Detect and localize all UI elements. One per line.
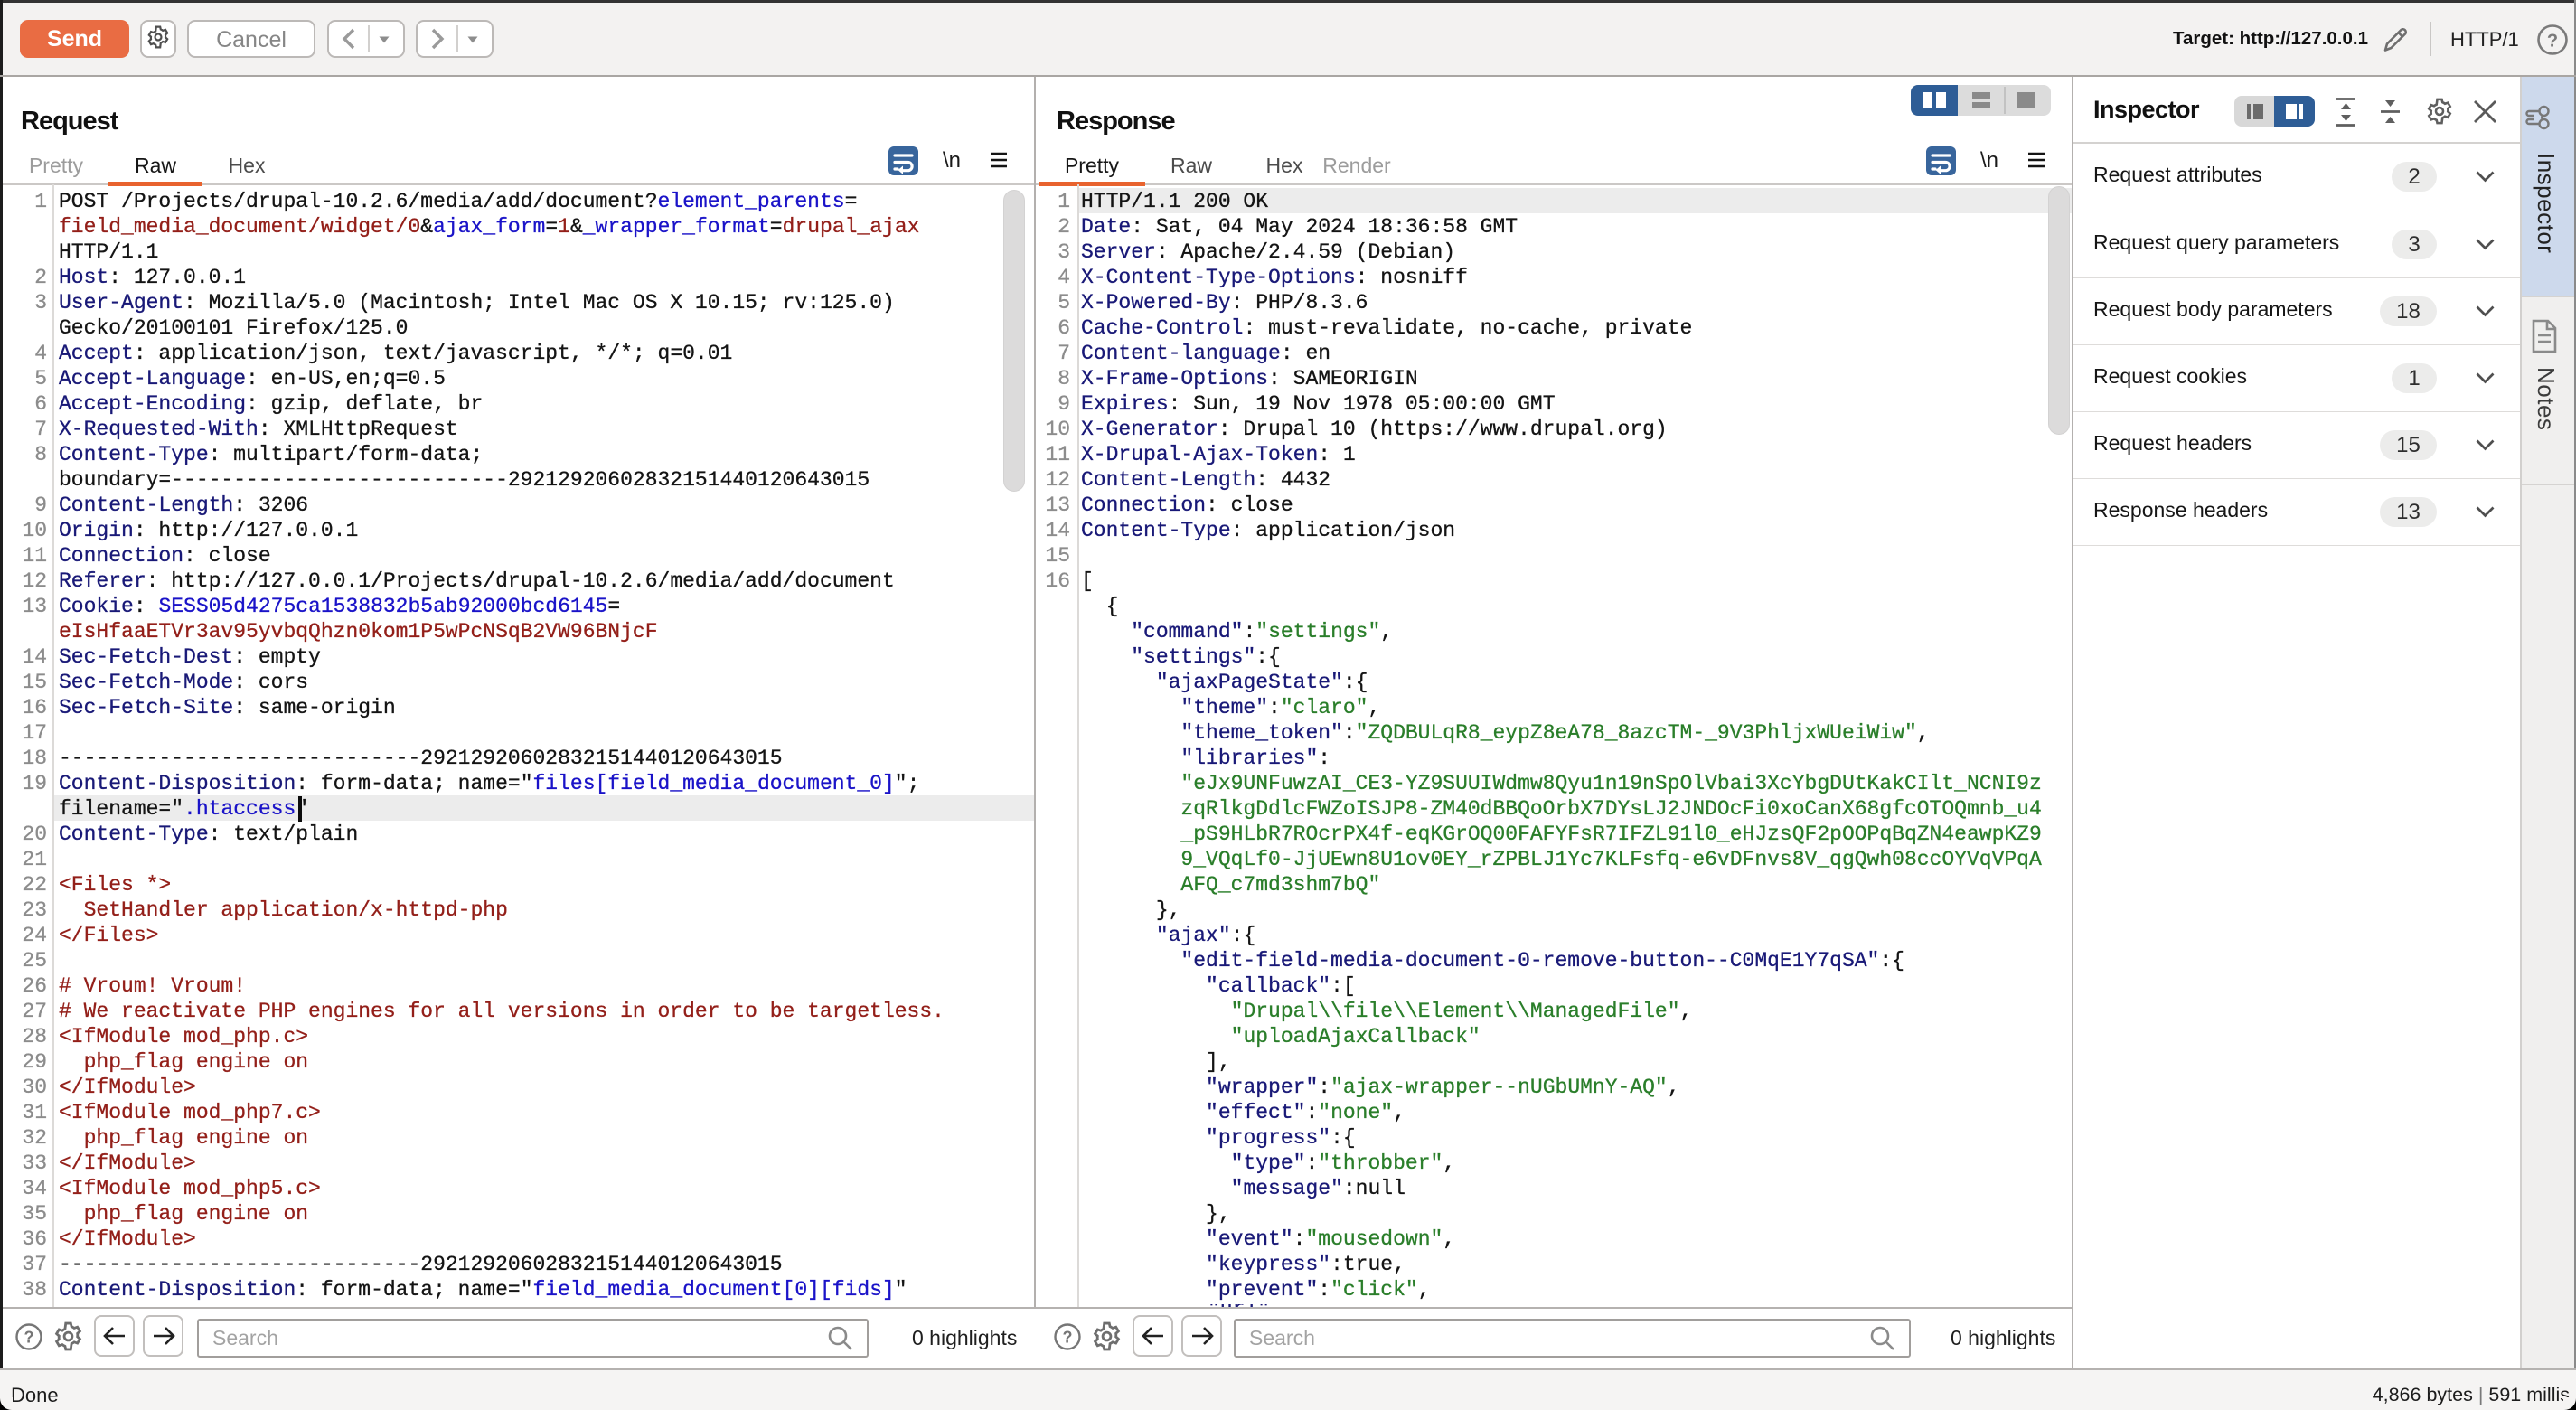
svg-text:?: ? xyxy=(1063,1328,1073,1346)
svg-text:?: ? xyxy=(24,1328,34,1346)
svg-text:?: ? xyxy=(2547,31,2558,51)
